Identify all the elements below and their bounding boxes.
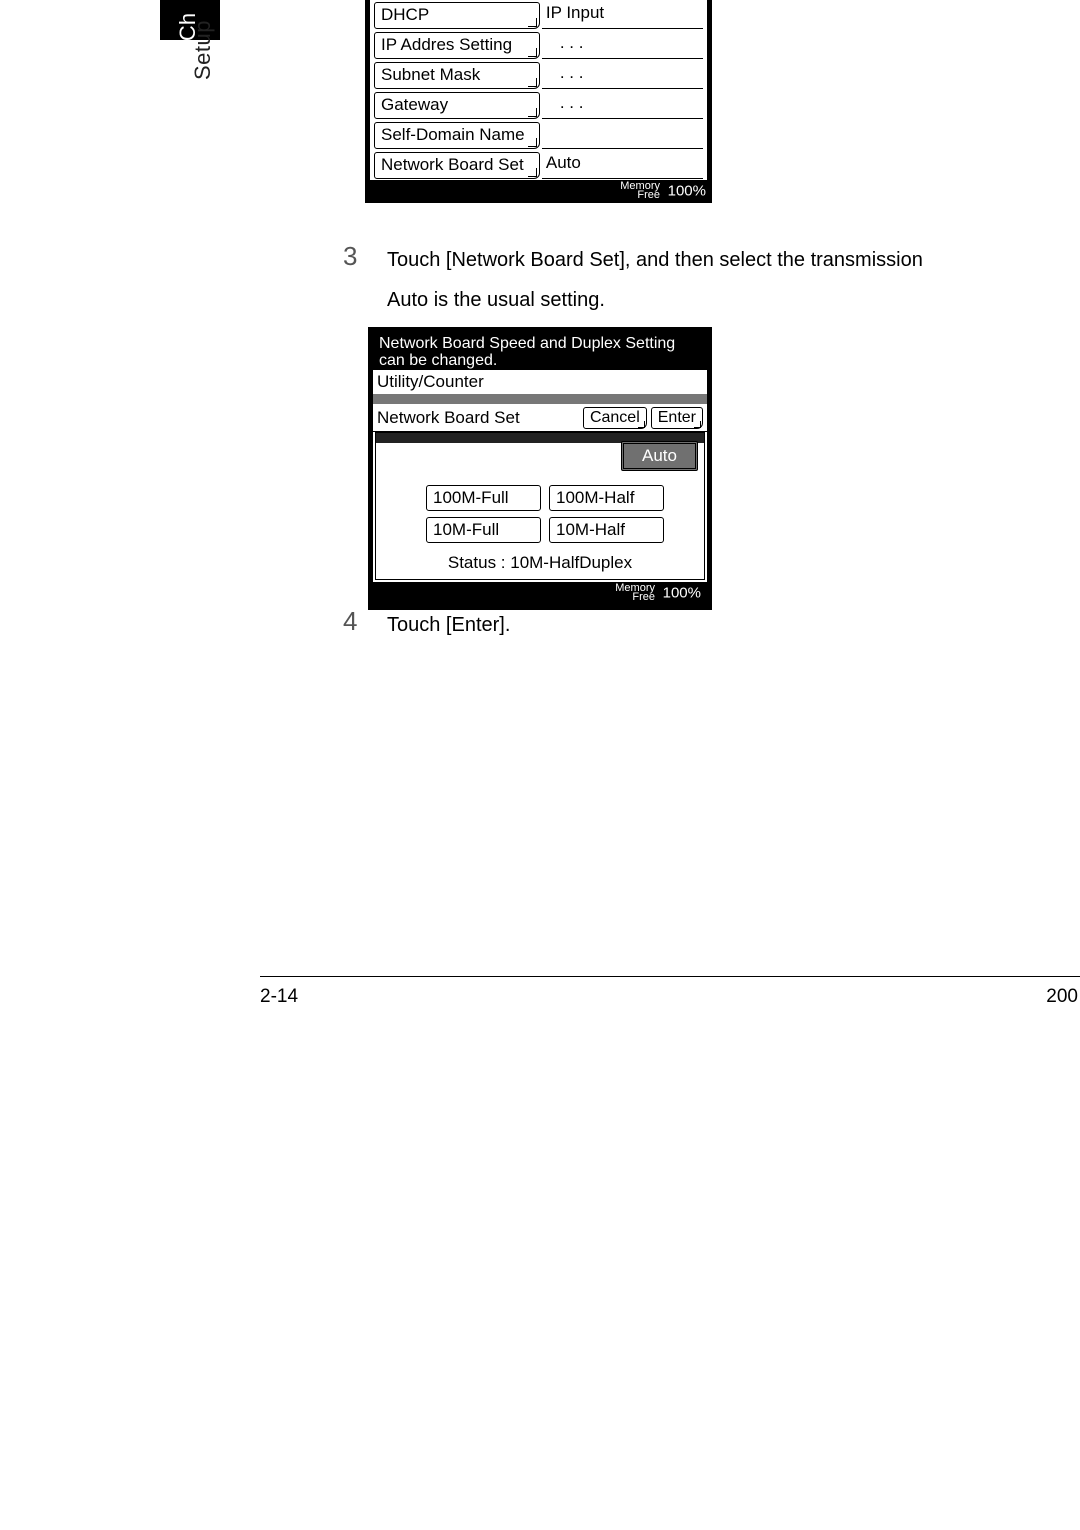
ip-address-button[interactable]: IP Addres Setting <box>374 32 540 59</box>
step-3-line-2: Auto is the usual setting. <box>387 285 1080 315</box>
step-4-number: 4 <box>343 606 357 636</box>
memory-bar: Memory Free 100% <box>365 180 712 203</box>
footer-rule <box>260 976 1080 977</box>
utility-counter-label: Utility/Counter <box>373 370 707 394</box>
dialog-title-bar: Network Board Set Cancel Enter <box>373 404 707 432</box>
status-text: Status : 10M-HalfDuplex <box>376 549 704 577</box>
memory-percent: 100% <box>668 183 706 200</box>
dialog-header-line-1: Network Board Speed and Duplex Setting <box>379 335 701 352</box>
subnet-mask-button[interactable]: Subnet Mask <box>374 62 540 89</box>
memory-percent-2: 100% <box>663 585 701 602</box>
memory-label-2: Free <box>637 189 660 201</box>
memory-bar-2: Memory Free 100% <box>373 582 707 605</box>
step-3-number: 3 <box>343 241 357 271</box>
network-settings-panel: DHCP IP Input IP Addres Setting . . . Su… <box>365 0 712 203</box>
step-4-line-1: Touch [Enter]. <box>387 610 1080 640</box>
network-board-set-value: Auto <box>542 151 703 179</box>
dialog-title: Network Board Set <box>377 408 579 428</box>
auto-button[interactable]: Auto <box>621 441 698 471</box>
network-board-set-dialog: Network Board Speed and Duplex Setting c… <box>368 327 712 610</box>
option-10m-full[interactable]: 10M-Full <box>426 517 541 543</box>
option-100m-full[interactable]: 100M-Full <box>426 485 541 511</box>
dialog-body: Auto 100M-Full 100M-Half 10M-Full 10M-Ha… <box>375 432 705 580</box>
option-10m-half[interactable]: 10M-Half <box>549 517 664 543</box>
page: Ch Setup DHCP IP Input IP Addres Setting… <box>0 0 1080 1530</box>
setup-label: Setup <box>190 20 216 80</box>
page-number-left: 2-14 <box>260 986 298 1008</box>
step-3-line-1: Touch [Network Board Set], and then sele… <box>387 245 1080 275</box>
subnet-mask-value: . . . <box>542 61 703 89</box>
ip-address-value: . . . <box>542 31 703 59</box>
gateway-value: . . . <box>542 91 703 119</box>
memory-label-2b: Free <box>632 591 655 603</box>
enter-button[interactable]: Enter <box>651 407 703 429</box>
step-3: 3 Touch [Network Board Set], and then se… <box>345 245 1080 315</box>
step-4: 4 Touch [Enter]. <box>345 610 1080 640</box>
dialog-header: Network Board Speed and Duplex Setting c… <box>373 332 707 370</box>
gateway-button[interactable]: Gateway <box>374 92 540 119</box>
option-100m-half[interactable]: 100M-Half <box>549 485 664 511</box>
dialog-header-line-2: can be changed. <box>379 352 701 369</box>
dhcp-value: IP Input <box>542 1 703 29</box>
page-number-right: 200 <box>1046 986 1080 1008</box>
network-board-set-button[interactable]: Network Board Set <box>374 152 540 179</box>
self-domain-button[interactable]: Self-Domain Name <box>374 122 540 149</box>
self-domain-value <box>542 121 703 149</box>
dhcp-button[interactable]: DHCP <box>374 2 540 29</box>
cancel-button[interactable]: Cancel <box>583 407 647 429</box>
grey-divider <box>373 394 707 404</box>
